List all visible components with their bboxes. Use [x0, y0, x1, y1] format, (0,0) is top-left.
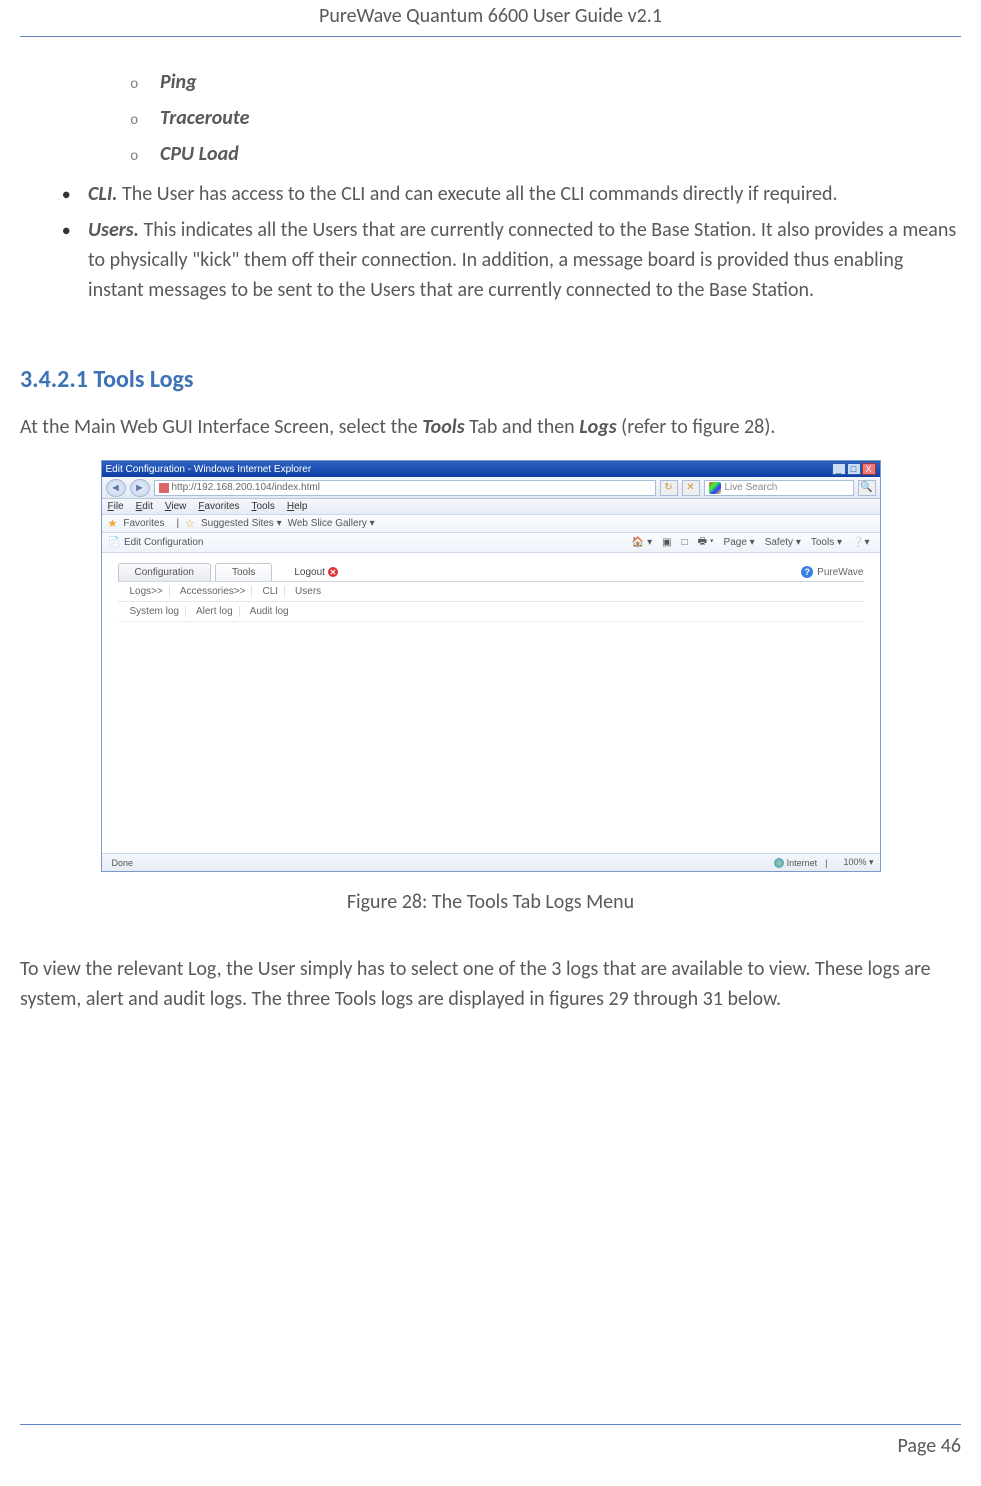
status-done: Done: [112, 858, 134, 868]
tab-tools[interactable]: Tools: [215, 563, 272, 581]
menu-file[interactable]: File: [108, 501, 124, 512]
help-button[interactable]: ❔▾: [848, 535, 873, 550]
log-system[interactable]: System log: [124, 606, 186, 617]
window-close-button[interactable]: X: [862, 463, 876, 475]
search-go-button[interactable]: 🔍: [858, 480, 876, 496]
favorites-label[interactable]: Favorites: [123, 518, 164, 529]
menu-tools[interactable]: Tools: [252, 501, 275, 512]
list-item-traceroute: Traceroute: [160, 103, 249, 133]
feeds-button[interactable]: ▣: [658, 535, 675, 550]
logout-button[interactable]: Logout ✕: [294, 567, 338, 578]
subnav-users[interactable]: Users: [289, 586, 327, 597]
favorites-add-icon[interactable]: ☆: [185, 517, 195, 530]
search-input[interactable]: Live Search: [704, 480, 854, 496]
safety-menu[interactable]: Safety ▾: [761, 535, 805, 550]
print-button[interactable]: 🖶 ▾: [694, 532, 718, 553]
ie-titlebar: Edit Configuration - Windows Internet Ex…: [102, 461, 880, 477]
web-slice-gallery[interactable]: Web Slice Gallery ▾: [288, 518, 375, 529]
page-tab-icon: 📄: [108, 537, 120, 548]
page-menu[interactable]: Page ▾: [720, 535, 759, 550]
log-audit[interactable]: Audit log: [244, 606, 295, 617]
globe-icon: [774, 858, 784, 868]
ie-window: Edit Configuration - Windows Internet Ex…: [101, 460, 881, 872]
favicon-icon: [159, 483, 169, 493]
figure-28: Edit Configuration - Windows Internet Ex…: [20, 460, 961, 872]
subnav-logs[interactable]: Logs>>: [124, 586, 170, 597]
ie-command-bar: 📄 Edit Configuration 🏠 ▾ ▣ □ 🖶 ▾ Page ▾ …: [102, 533, 880, 553]
stop-button[interactable]: ✕: [682, 480, 700, 496]
tab-configuration[interactable]: Configuration: [118, 563, 211, 581]
menu-help[interactable]: Help: [287, 501, 308, 512]
security-zone[interactable]: Internet: [774, 858, 818, 868]
list-marker: o: [130, 111, 160, 132]
address-bar[interactable]: http://192.168.200.104/index.html: [154, 480, 656, 496]
refresh-button[interactable]: ↻: [660, 480, 678, 496]
menu-view[interactable]: View: [165, 501, 187, 512]
zoom-control[interactable]: 100% ▾: [843, 857, 873, 868]
bullet-cli: CLI. The User has access to the CLI and …: [88, 179, 961, 209]
menu-edit[interactable]: Edit: [136, 501, 153, 512]
tools-menu[interactable]: Tools ▾: [807, 535, 846, 550]
forward-button[interactable]: ►: [130, 479, 150, 497]
list-item-ping: Ping: [160, 67, 197, 97]
ie-navbar: ◄ ► http://192.168.200.104/index.html ↻ …: [102, 477, 880, 499]
list-marker: o: [130, 75, 160, 96]
search-provider-icon: [709, 482, 721, 494]
window-title: Edit Configuration - Windows Internet Ex…: [106, 464, 312, 475]
bullet-dot: ●: [62, 179, 88, 209]
logs-subnav: System log Alert log Audit log: [118, 602, 864, 622]
page-header: PureWave Quantum 6600 User Guide v2.1: [20, 0, 961, 37]
body-paragraph-2: To view the relevant Log, the User simpl…: [20, 954, 961, 1014]
page-footer: Page 46: [898, 1434, 961, 1458]
ie-favorites-bar: ★ Favorites | ☆ Suggested Sites ▾ Web Sl…: [102, 515, 880, 533]
bullet-list: ● CLI. The User has access to the CLI an…: [62, 179, 961, 305]
logout-icon: ✕: [328, 567, 338, 577]
figure-caption: Figure 28: The Tools Tab Logs Menu: [20, 890, 961, 914]
tools-subnav: Logs>> Accessories>> CLI Users: [118, 581, 864, 602]
subnav-accessories[interactable]: Accessories>>: [174, 586, 253, 597]
intro-paragraph: At the Main Web GUI Interface Screen, se…: [20, 412, 961, 442]
help-icon[interactable]: ?: [801, 566, 813, 578]
log-alert[interactable]: Alert log: [190, 606, 240, 617]
window-minimize-button[interactable]: _: [832, 463, 846, 475]
home-button[interactable]: 🏠 ▾: [628, 535, 656, 550]
page-number: Page 46: [898, 1434, 961, 1458]
list-marker: o: [130, 147, 160, 168]
page-tab-title[interactable]: Edit Configuration: [124, 537, 204, 548]
bullet-dot: ●: [62, 215, 88, 305]
menu-favorites[interactable]: Favorites: [198, 501, 239, 512]
ie-menubar: File Edit View Favorites Tools Help: [102, 499, 880, 515]
ie-status-bar: Done Internet | 100% ▾: [102, 853, 880, 871]
section-heading: 3.4.2.1 Tools Logs: [20, 365, 961, 394]
brand-logo: ? PureWave: [801, 566, 863, 578]
bullet-users: Users. This indicates all the Users that…: [88, 215, 961, 305]
suggested-sites[interactable]: Suggested Sites ▾: [201, 518, 282, 529]
ie-viewport: Configuration Tools Logout ✕ ? PureWave: [102, 553, 880, 853]
mail-button[interactable]: □: [678, 535, 692, 550]
back-button[interactable]: ◄: [106, 479, 126, 497]
window-maximize-button[interactable]: □: [847, 463, 861, 475]
list-item-cpuload: CPU Load: [160, 139, 239, 169]
favorites-star-icon[interactable]: ★: [108, 517, 118, 530]
nested-list: o Ping o Traceroute o CPU Load: [130, 67, 961, 169]
subnav-cli[interactable]: CLI: [256, 586, 285, 597]
